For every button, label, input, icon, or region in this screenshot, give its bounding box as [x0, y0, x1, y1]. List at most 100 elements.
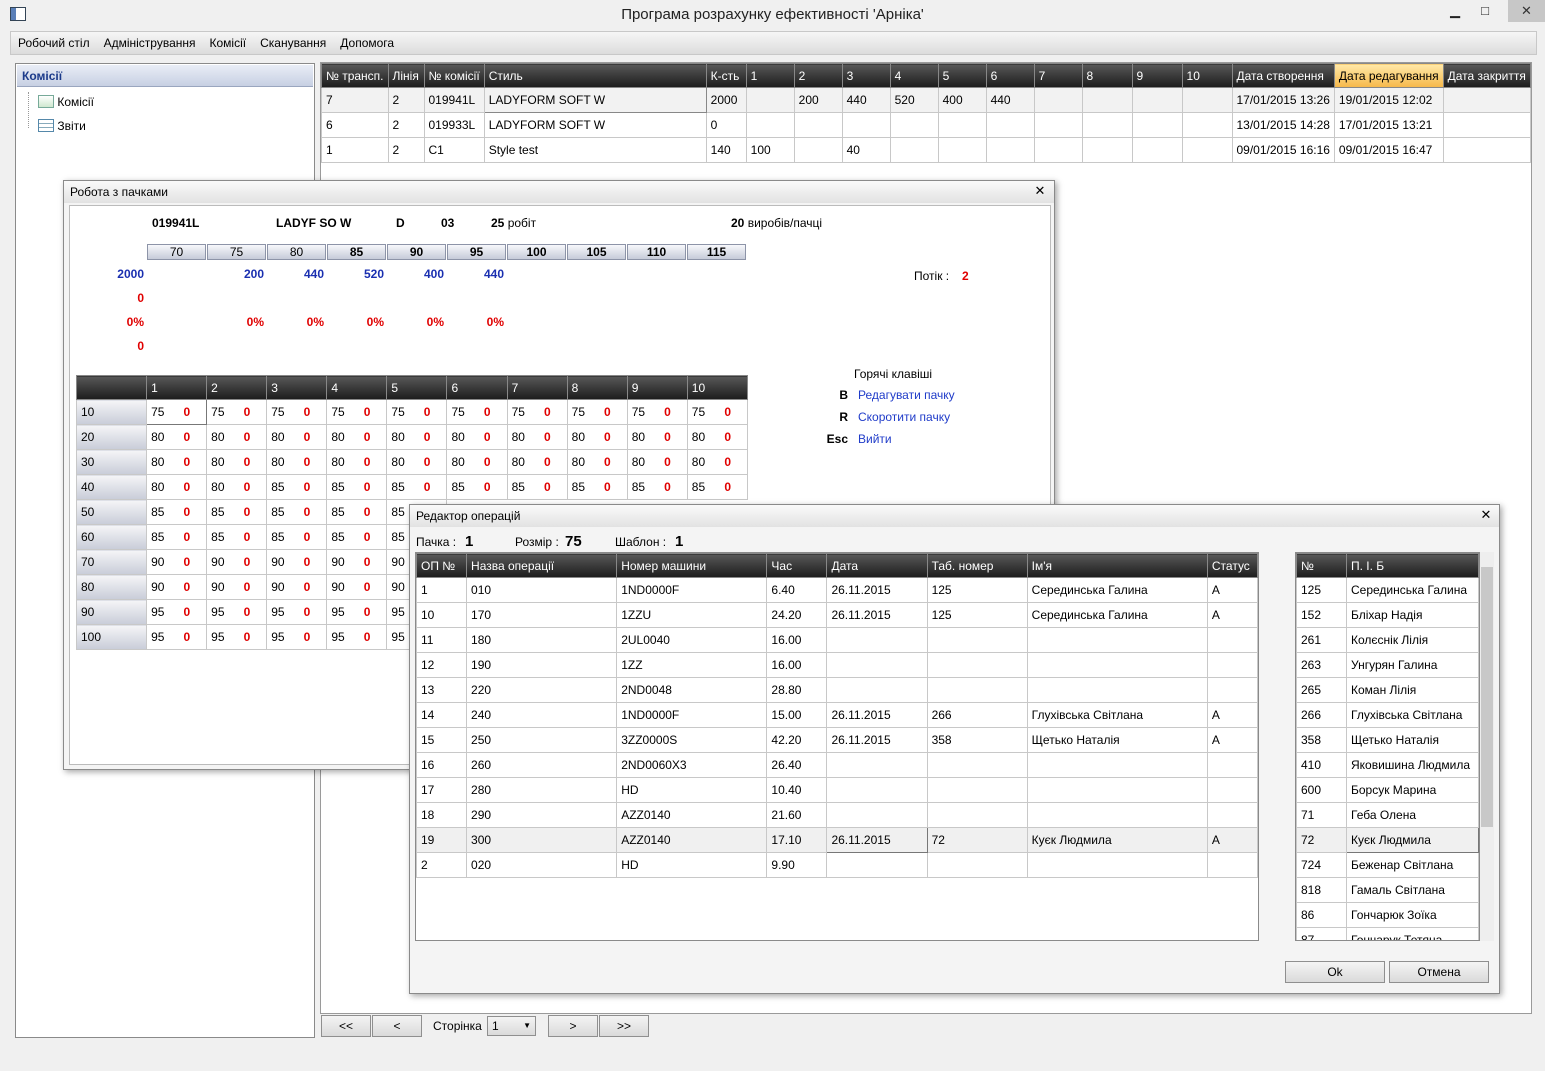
column-header[interactable]: 8 — [1081, 63, 1133, 88]
table-row[interactable]: 818 Гамаль Світлана — [1296, 877, 1479, 903]
pack-cell[interactable]: 80 0 — [506, 424, 568, 450]
column-header[interactable]: 1 — [745, 63, 795, 88]
column-header[interactable]: 5 — [937, 63, 987, 88]
table-row[interactable]: 12 190 1ZZ 16.00 — [416, 652, 1258, 678]
pack-cell[interactable]: 80 0 — [266, 449, 328, 475]
table-row[interactable]: 10 75 0 75 0 75 0 75 0 75 0 75 0 75 0 75 0 75 0 75 0 — [75, 399, 749, 425]
column-header[interactable]: 9 — [1131, 63, 1183, 88]
operations-scrollbar[interactable] — [1262, 552, 1276, 941]
column-header[interactable]: Ім'я — [1026, 553, 1208, 578]
table-row[interactable]: 15 250 3ZZ0000S 42.20 26.11.2015 358 Щетько На… — [416, 727, 1258, 753]
table-row[interactable]: 263 Унгурян Галина — [1296, 652, 1479, 678]
pack-cell[interactable]: 75 0 — [146, 399, 208, 425]
table-row[interactable]: 30 80 0 80 0 80 0 80 0 80 0 80 0 80 0 80 0 80 0 80 0 — [75, 449, 749, 475]
menu-item[interactable]: Адміністрування — [97, 32, 203, 54]
pack-cell[interactable]: 75 0 — [566, 399, 628, 425]
table-row[interactable]: 358 Щетько Наталія — [1296, 727, 1479, 753]
pack-cell[interactable]: 80 0 — [206, 449, 268, 475]
pack-cell[interactable]: 85 0 — [326, 524, 388, 550]
pack-cell[interactable]: 80 0 — [626, 449, 688, 475]
column-header[interactable]: Статус — [1206, 553, 1258, 578]
pack-cell[interactable]: 75 0 — [686, 399, 749, 425]
pack-cell[interactable]: 85 0 — [206, 499, 268, 525]
column-header[interactable]: Дата закриття — [1442, 63, 1532, 88]
pack-cell[interactable]: 80 0 — [206, 474, 268, 500]
pack-cell[interactable]: 85 0 — [206, 524, 268, 550]
pack-cell[interactable]: 95 0 — [146, 624, 208, 650]
table-row[interactable]: 600 Борсук Марина — [1296, 777, 1479, 803]
table-row[interactable]: 86 Гончарюк Зоїка — [1296, 902, 1479, 928]
column-header[interactable]: 4 — [889, 63, 939, 88]
pack-cell[interactable]: 80 0 — [146, 424, 208, 450]
employees-scrollbar[interactable] — [1480, 552, 1494, 941]
tree-item-commissions[interactable]: Комісії — [38, 91, 94, 113]
pack-cell[interactable]: 75 0 — [206, 399, 268, 425]
pack-cell[interactable]: 85 0 — [566, 474, 628, 500]
pack-cell[interactable]: 80 0 — [146, 449, 208, 475]
pack-cell[interactable]: 85 0 — [146, 524, 208, 550]
table-row[interactable]: 19 300 AZZ0140 17.10 26.11.2015 72 Куєк Людмил… — [416, 827, 1258, 853]
pack-cell[interactable]: 75 0 — [626, 399, 688, 425]
pack-cell[interactable]: 85 0 — [626, 474, 688, 500]
pack-cell[interactable]: 80 0 — [506, 449, 568, 475]
last-page-button[interactable]: >> — [599, 1015, 649, 1037]
hotkey-action[interactable]: Скоротити пачку — [858, 410, 950, 424]
column-header[interactable]: Лінія — [387, 63, 425, 88]
pack-cell[interactable]: 85 0 — [326, 474, 388, 500]
scroll-thumb[interactable] — [1481, 567, 1493, 827]
table-row[interactable]: 10 170 1ZZU 24.20 26.11.2015 125 Серединська Г… — [416, 602, 1258, 628]
table-row[interactable]: 11 180 2UL0040 16.00 — [416, 627, 1258, 653]
table-row[interactable]: 17 280 HD 10.40 — [416, 777, 1258, 803]
pack-cell[interactable]: 85 0 — [446, 474, 508, 500]
pack-cell[interactable]: 90 0 — [206, 549, 268, 575]
column-header[interactable]: Час — [766, 553, 828, 578]
column-header[interactable]: П. І. Б — [1346, 553, 1479, 578]
first-page-button[interactable]: << — [321, 1015, 371, 1037]
pack-cell[interactable]: 95 0 — [266, 599, 328, 625]
prev-page-button[interactable]: < — [372, 1015, 422, 1037]
table-row[interactable]: 87 Гончарук Тетяна — [1296, 927, 1479, 940]
pack-cell[interactable]: 80 0 — [626, 424, 688, 450]
pack-cell[interactable]: 75 0 — [326, 399, 388, 425]
cancel-button[interactable]: Отмена — [1389, 961, 1489, 983]
close-icon[interactable]: ✕ — [1032, 183, 1048, 199]
table-row[interactable]: 265 Коман Лілія — [1296, 677, 1479, 703]
pack-cell[interactable]: 85 0 — [386, 474, 448, 500]
next-page-button[interactable]: > — [548, 1015, 598, 1037]
column-header[interactable]: Назва операції — [466, 553, 618, 578]
menu-item[interactable]: Робочий стіл — [11, 32, 97, 54]
column-header[interactable]: 7 — [1033, 63, 1083, 88]
pack-cell[interactable]: 75 0 — [446, 399, 508, 425]
table-row[interactable]: 40 80 0 80 0 85 0 85 0 85 0 85 0 85 0 85 0 85 0 85 0 — [75, 474, 749, 500]
page-select[interactable]: 1 ▼ — [487, 1016, 536, 1036]
column-header[interactable]: Дата редагування — [1333, 63, 1444, 88]
pack-cell[interactable]: 95 0 — [326, 624, 388, 650]
maximize-button[interactable]: □ — [1470, 0, 1500, 22]
menu-item[interactable]: Комісії — [203, 32, 254, 54]
column-header[interactable]: 2 — [793, 63, 843, 88]
pack-cell[interactable]: 75 0 — [266, 399, 328, 425]
table-row[interactable]: 410 Яковишина Людмила — [1296, 752, 1479, 778]
pack-cell[interactable]: 95 0 — [266, 624, 328, 650]
table-row[interactable]: 20 80 0 80 0 80 0 80 0 80 0 80 0 80 0 80 0 80 0 80 0 — [75, 424, 749, 450]
menu-item[interactable]: Допомога — [333, 32, 401, 54]
table-row[interactable]: 2 020 HD 9.90 — [416, 852, 1258, 878]
column-header[interactable]: Таб. номер — [926, 553, 1028, 578]
pack-cell[interactable]: 85 0 — [146, 499, 208, 525]
table-row[interactable]: 18 290 AZZ0140 21.60 — [416, 802, 1258, 828]
close-button[interactable]: ✕ — [1508, 0, 1545, 22]
table-row[interactable]: 14 240 1ND0000F 15.00 26.11.2015 266 Глухівськ… — [416, 702, 1258, 728]
hotkey-action[interactable]: Вийти — [858, 432, 892, 446]
pack-cell[interactable]: 80 0 — [326, 449, 388, 475]
column-header[interactable]: № трансп. — [321, 63, 389, 88]
tree-item-reports[interactable]: Звіти — [38, 115, 86, 137]
pack-cell[interactable]: 80 0 — [386, 449, 448, 475]
table-row[interactable]: 125 Серединська Галина — [1296, 577, 1479, 603]
pack-cell[interactable]: 80 0 — [386, 424, 448, 450]
pack-cell[interactable]: 80 0 — [686, 449, 749, 475]
close-icon[interactable]: ✕ — [1478, 507, 1494, 523]
pack-cell[interactable]: 80 0 — [146, 474, 208, 500]
pack-cell[interactable]: 90 0 — [146, 574, 208, 600]
table-row[interactable]: 152 Бліхар Надія — [1296, 602, 1479, 628]
pack-cell[interactable]: 85 0 — [326, 499, 388, 525]
